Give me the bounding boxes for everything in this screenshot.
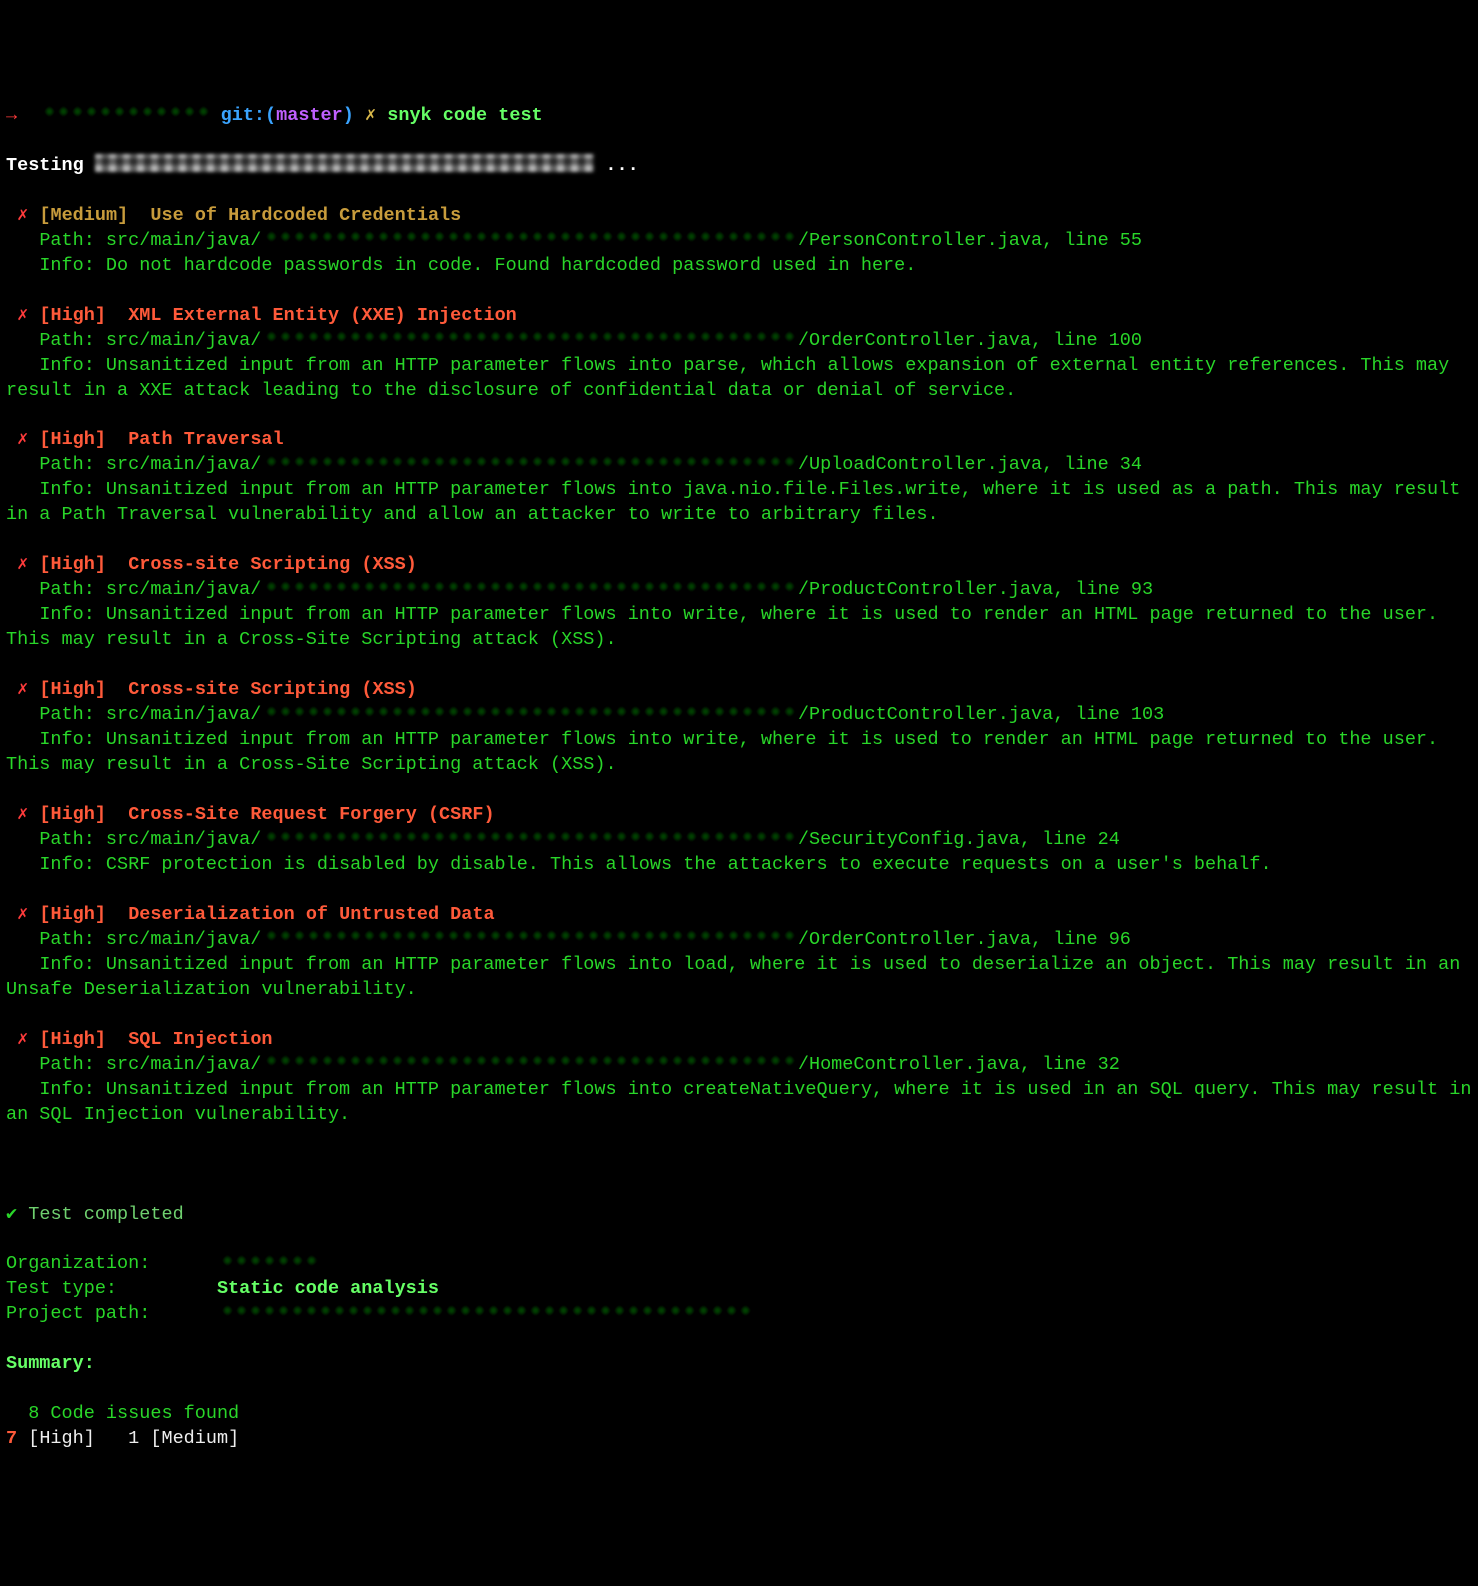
testing-dots: ...	[594, 155, 638, 176]
issue-severity: [High]	[39, 429, 106, 450]
command-text: snyk code test	[387, 105, 542, 126]
issue-info: Info: Unsanitized input from an HTTP par…	[6, 479, 1471, 525]
issue-cross-icon: ✗	[17, 904, 28, 925]
issue-info: Info: Unsanitized input from an HTTP par…	[6, 1079, 1478, 1125]
issue-info: Info: Unsanitized input from an HTTP par…	[6, 604, 1449, 650]
issue-path-prefix: Path: src/main/java/	[39, 704, 261, 725]
issue-path-suffix: /ProductController.java, line 93	[798, 579, 1153, 600]
issue-path-suffix: /SecurityConfig.java, line 24	[798, 829, 1120, 850]
redacted-path	[261, 1053, 798, 1072]
issue-path-suffix: /HomeController.java, line 32	[798, 1054, 1120, 1075]
issue-title: SQL Injection	[128, 1029, 272, 1050]
issue-severity: [High]	[39, 1029, 106, 1050]
issue-severity: [High]	[39, 804, 106, 825]
testing-label: Testing	[6, 155, 95, 176]
completed-text: Test completed	[17, 1204, 184, 1225]
redacted-projectpath	[217, 1302, 754, 1321]
redacted-path	[261, 454, 798, 473]
redacted-project-name	[95, 154, 595, 173]
redacted-path	[261, 928, 798, 947]
issue-title: XML External Entity (XXE) Injection	[128, 305, 517, 326]
summary-heading: Summary:	[6, 1353, 95, 1374]
issue-title: Path Traversal	[128, 429, 283, 450]
issue-path-suffix: /PersonController.java, line 55	[798, 230, 1142, 251]
issue-path-prefix: Path: src/main/java/	[39, 829, 261, 850]
issues-list: ✗ [Medium] Use of Hardcoded Credentials …	[6, 205, 1478, 1125]
prompt-arrow: →	[6, 105, 17, 126]
redacted-path	[261, 329, 798, 348]
redacted-path	[261, 229, 798, 248]
git-branch: master	[276, 105, 343, 126]
issue-info: Info: Unsanitized input from an HTTP par…	[6, 355, 1460, 401]
summary-med-label: [Medium]	[150, 1428, 239, 1449]
issue-title: Use of Hardcoded Credentials	[150, 205, 461, 226]
issue-info: Info: CSRF protection is disabled by dis…	[39, 854, 1271, 875]
terminal-output: → git:(master) ✗ snyk code test Testing …	[6, 105, 1478, 1449]
check-icon: ✔	[6, 1204, 17, 1225]
testtype-label: Test type:	[6, 1278, 217, 1299]
issue-path-prefix: Path: src/main/java/	[39, 454, 261, 475]
issue-path-suffix: /UploadController.java, line 34	[798, 454, 1142, 475]
issue-path-suffix: /ProductController.java, line 103	[798, 704, 1164, 725]
summary-issues-line: 8 Code issues found	[6, 1403, 239, 1424]
issue-path-prefix: Path: src/main/java/	[39, 929, 261, 950]
git-close: )	[343, 105, 354, 126]
issue-title: Deserialization of Untrusted Data	[128, 904, 494, 925]
issue-path-prefix: Path: src/main/java/	[39, 330, 261, 351]
issue-cross-icon: ✗	[17, 804, 28, 825]
issue-severity: [High]	[39, 679, 106, 700]
issue-title: Cross-Site Request Forgery (CSRF)	[128, 804, 494, 825]
issue-cross-icon: ✗	[17, 554, 28, 575]
issue-title: Cross-site Scripting (XSS)	[128, 554, 417, 575]
issue-info: Info: Do not hardcode passwords in code.…	[39, 255, 916, 276]
issue-cross-icon: ✗	[17, 679, 28, 700]
summary-sep	[95, 1428, 128, 1449]
issue-severity: [High]	[39, 554, 106, 575]
issue-path-suffix: /OrderController.java, line 100	[798, 330, 1142, 351]
issue-severity: [Medium]	[39, 205, 128, 226]
issue-path-prefix: Path: src/main/java/	[39, 230, 261, 251]
issue-path-prefix: Path: src/main/java/	[39, 1054, 261, 1075]
testtype-value: Static code analysis	[217, 1278, 439, 1299]
issue-title: Cross-site Scripting (XSS)	[128, 679, 417, 700]
issue-cross-icon: ✗	[17, 305, 28, 326]
issue-info: Info: Unsanitized input from an HTTP par…	[6, 954, 1471, 1000]
redacted-dirname	[39, 104, 209, 123]
projectpath-label: Project path:	[6, 1303, 217, 1324]
org-label: Organization:	[6, 1253, 217, 1274]
issue-path-suffix: /OrderController.java, line 96	[798, 929, 1131, 950]
summary-high-label: [High]	[28, 1428, 95, 1449]
issue-cross-icon: ✗	[17, 205, 28, 226]
redacted-path	[261, 703, 798, 722]
issue-severity: [High]	[39, 904, 106, 925]
issue-path-prefix: Path: src/main/java/	[39, 579, 261, 600]
issue-cross-icon: ✗	[17, 429, 28, 450]
redacted-path	[261, 578, 798, 597]
redacted-path	[261, 828, 798, 847]
redacted-org	[217, 1253, 317, 1272]
summary-high-count: 7	[6, 1428, 28, 1449]
issue-info: Info: Unsanitized input from an HTTP par…	[6, 729, 1449, 775]
summary-med-count: 1	[128, 1428, 150, 1449]
issue-severity: [High]	[39, 305, 106, 326]
dirty-icon: ✗	[365, 105, 376, 126]
git-label: git:(	[221, 105, 277, 126]
issue-cross-icon: ✗	[17, 1029, 28, 1050]
